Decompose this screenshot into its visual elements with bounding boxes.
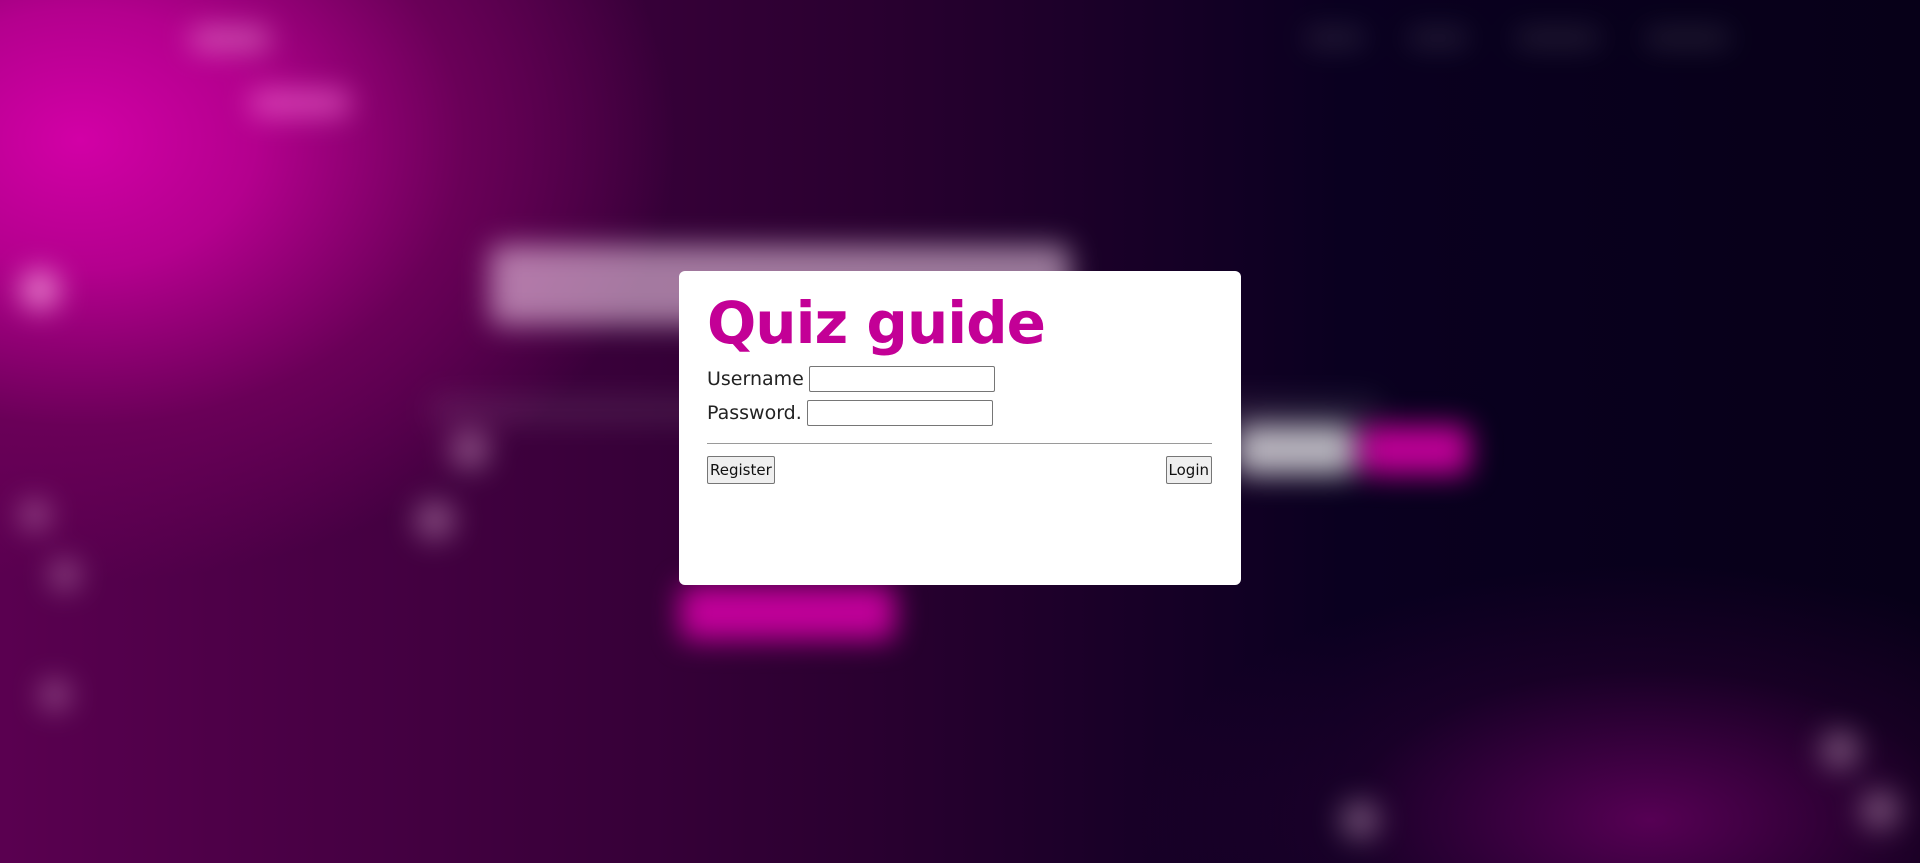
divider	[707, 443, 1212, 444]
blurred-search-button	[1360, 425, 1470, 475]
username-row: Username	[707, 363, 1212, 395]
blurred-dot	[20, 500, 50, 530]
blurred-nav-item	[1408, 30, 1468, 46]
password-input[interactable]	[806, 400, 993, 426]
dialog-title: Quiz guide	[707, 289, 1046, 357]
blurred-cta-button	[680, 585, 895, 640]
blurred-dot	[40, 680, 70, 710]
username-label: Username	[707, 368, 804, 390]
register-button[interactable]: Register	[707, 456, 775, 484]
blurred-logo	[190, 28, 270, 50]
username-input[interactable]	[808, 366, 995, 392]
blurred-search-field	[1235, 425, 1355, 475]
blurred-dot	[415, 500, 455, 540]
blurred-logo-sub	[250, 90, 350, 116]
blurred-dot	[20, 270, 60, 310]
blurred-nav-item	[1645, 30, 1730, 46]
blurred-dot	[1340, 800, 1380, 840]
blurred-nav-item	[1515, 30, 1600, 46]
login-button[interactable]: Login	[1165, 456, 1212, 484]
blurred-dot	[450, 430, 490, 470]
blurred-dot	[1860, 790, 1900, 830]
dialog-actions: Register Login	[707, 456, 1212, 484]
password-row: Password.	[707, 397, 1212, 429]
blurred-nav-item	[1305, 30, 1365, 46]
password-label: Password.	[707, 402, 802, 424]
blurred-dot	[50, 560, 80, 590]
login-dialog: Quiz guide Username Password. Register L…	[679, 271, 1241, 585]
blurred-dot	[1820, 730, 1860, 770]
